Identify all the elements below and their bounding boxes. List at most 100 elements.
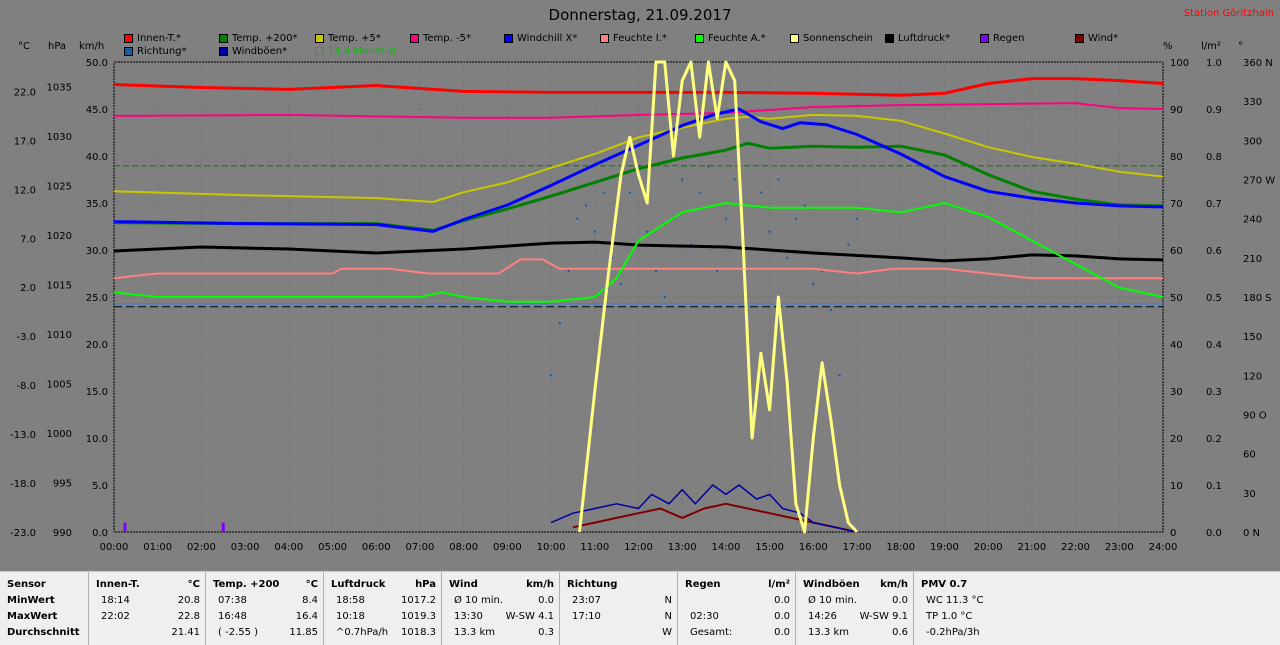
legend-swatch xyxy=(219,47,228,56)
wind-tick-label: 20.0 xyxy=(86,340,108,351)
rain-tick-label: 0.0 xyxy=(1206,528,1222,539)
stats-cell-label: Durchschnitt xyxy=(7,627,80,638)
direction-point xyxy=(602,191,605,194)
x-tick-label: 11:00 xyxy=(580,542,609,553)
stats-column: Temp. +200 °C 07:38 8.4 16:48 16.4 ( -2.55 ) 11… xyxy=(205,572,324,645)
legend-label: Temp. +5* xyxy=(328,33,381,44)
rain-unit: l/m² xyxy=(1201,41,1221,52)
legend-swatch xyxy=(980,34,989,43)
stats-column: Sensor MinWert MaxWert Durchschnitt xyxy=(0,572,88,645)
x-tick-label: 24:00 xyxy=(1149,542,1178,553)
direction-point xyxy=(759,191,763,194)
direction-point xyxy=(785,256,789,260)
stats-column-title: Luftdruck xyxy=(331,579,386,590)
direction-point xyxy=(558,321,562,325)
direction-point xyxy=(619,282,623,286)
stats-column-unit: km/h xyxy=(526,579,554,590)
legend-item: Regen xyxy=(980,33,1025,44)
direction-tick-label: 360 N xyxy=(1243,58,1273,69)
stats-cell-label: 18:14 xyxy=(101,595,130,606)
temp-tick-label: 2.0 xyxy=(20,283,36,294)
rain-tick-label: 1.0 xyxy=(1206,58,1222,69)
temp-tick-label: -18.0 xyxy=(10,479,36,490)
legend-swatch xyxy=(124,34,133,43)
stats-cell-label: 02:30 xyxy=(690,611,719,622)
stats-cell-value: 11.85 xyxy=(289,627,318,638)
direction-point xyxy=(812,282,815,286)
stats-cell-label: 13.3 km xyxy=(808,627,849,638)
temp-tick-label: -13.0 xyxy=(10,430,36,441)
legend-item: Sonnenschein xyxy=(790,33,873,44)
percent-tick-label: 50 xyxy=(1170,293,1183,304)
stats-cell-label: 23:07 xyxy=(572,595,601,606)
direction-point xyxy=(855,217,859,220)
stats-cell-value: 16.4 xyxy=(295,611,318,622)
direction-point xyxy=(794,217,798,220)
stats-column-unit: °C xyxy=(187,579,200,590)
rain-tick-label: 0.9 xyxy=(1206,105,1222,116)
direction-point xyxy=(654,269,658,273)
stats-table: Sensor MinWert MaxWert Durchschnitt Innen-T.… xyxy=(0,571,1280,645)
stats-cell-value: 0.0 xyxy=(774,627,790,638)
stats-cell-label: 10:18 xyxy=(336,611,365,622)
legend-item: Temp. -5* xyxy=(410,33,471,44)
x-tick-label: 14:00 xyxy=(712,542,741,553)
wind-tick-label: 50.0 xyxy=(86,58,108,69)
x-tick-label: 02:00 xyxy=(187,542,216,553)
stats-cell-label: 13.3 km xyxy=(454,627,495,638)
legend-label: Innen-T.* xyxy=(137,33,181,44)
direction-point xyxy=(707,165,710,168)
wind-tick-label: 15.0 xyxy=(86,387,108,398)
rain-tick-label: 0.7 xyxy=(1206,199,1222,210)
legend-swatch xyxy=(410,34,419,43)
stats-cell-value: 20.8 xyxy=(177,595,200,606)
stats-column-title: Innen-T. xyxy=(96,579,140,590)
stats-cell-label: ^0.7hPa/h xyxy=(336,627,389,638)
legend-label: Feuchte A.* xyxy=(708,33,766,44)
stats-cell-value: 0.6 xyxy=(892,627,908,638)
stats-cell-label: WC 11.3 °C xyxy=(926,595,984,606)
x-tick-label: 18:00 xyxy=(886,542,915,553)
stats-cell-label: 16:48 xyxy=(218,611,247,622)
percent-tick-label: 70 xyxy=(1170,199,1183,210)
direction-tick-label: 30 xyxy=(1243,489,1256,500)
x-tick-label: 08:00 xyxy=(449,542,478,553)
stats-cell-label: 07:38 xyxy=(218,595,247,606)
stats-column-title: Regen xyxy=(685,579,721,590)
direction-tick-label: 120 xyxy=(1243,371,1262,382)
x-tick-label: 17:00 xyxy=(843,542,872,553)
direction-point xyxy=(777,178,780,181)
stats-cell-value: 0.0 xyxy=(774,611,790,622)
percent-tick-label: 20 xyxy=(1170,434,1183,445)
legend-item: Feuchte A.* xyxy=(695,33,766,44)
stats-cell-mid: W-SW 4.1 xyxy=(505,611,554,622)
stats-cell-label: Ø 10 min. xyxy=(454,595,503,606)
legend-label: Luftdruck* xyxy=(898,33,951,44)
stats-cell-label: TP 1.0 °C xyxy=(926,611,973,622)
rain-tick-label: 0.2 xyxy=(1206,434,1222,445)
temp-tick-label: -3.0 xyxy=(16,332,36,343)
pressure-tick-label: 1005 xyxy=(47,380,72,391)
stats-cell-mid: W-SW 9.1 xyxy=(859,611,908,622)
direction-point xyxy=(838,374,841,377)
stats-column: Wind km/h Ø 10 min. 0.0 13:30 W-SW 4.1 13.3 km… xyxy=(441,572,560,645)
direction-point xyxy=(663,295,666,299)
x-tick-label: 03:00 xyxy=(231,542,260,553)
direction-point xyxy=(628,191,631,194)
stats-cell-value: 0.0 xyxy=(892,595,908,606)
direction-point xyxy=(593,230,596,233)
stats-cell-label: 13:30 xyxy=(454,611,483,622)
stats-column-title: Windböen xyxy=(803,579,860,590)
direction-tick-label: 210 xyxy=(1243,254,1262,265)
x-tick-label: 05:00 xyxy=(318,542,347,553)
direction-point xyxy=(549,374,553,377)
stats-column-title: Richtung xyxy=(567,579,618,590)
x-tick-label: 06:00 xyxy=(362,542,391,553)
direction-point xyxy=(646,230,649,233)
direction-tick-label: 180 S xyxy=(1243,293,1272,304)
x-tick-label: 01:00 xyxy=(143,542,172,553)
legend-item: Luftdruck* xyxy=(885,33,950,44)
station-name: Station Göritzhain xyxy=(1183,8,1274,19)
direction-point xyxy=(681,178,684,181)
legend-label: Temp. -5* xyxy=(423,33,471,44)
